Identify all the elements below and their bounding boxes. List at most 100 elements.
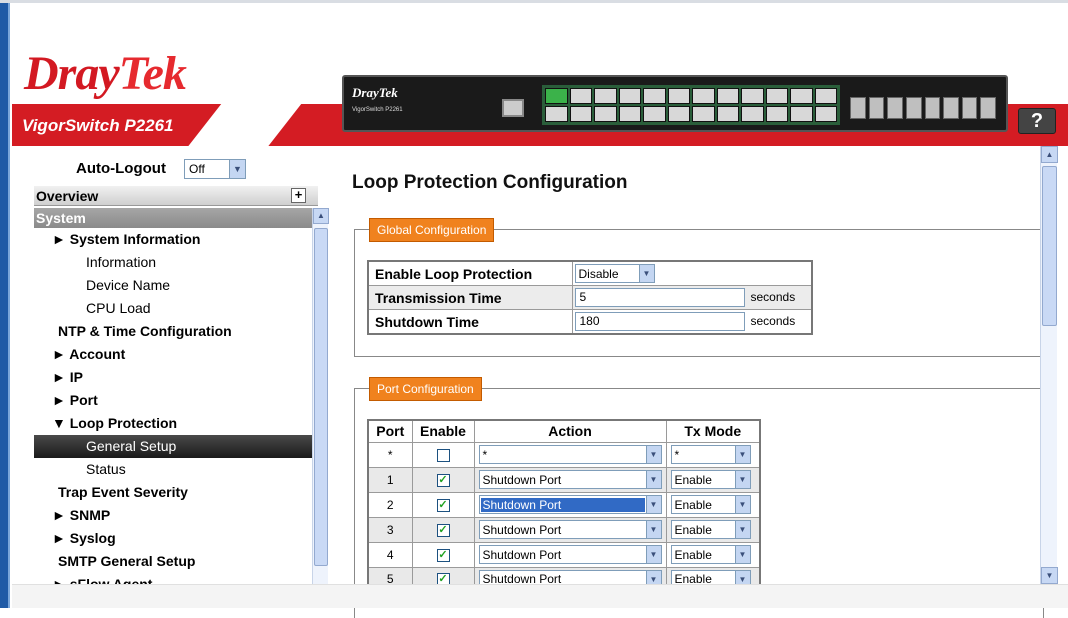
sidebar-scrollbar[interactable]: ▲ ▼ [312,208,329,606]
chevron-down-icon: ▼ [229,160,245,178]
sidebar-item[interactable]: NTP & Time Configuration [34,320,312,343]
action-select[interactable]: Shutdown Port ▼ [478,495,662,514]
transmission-time-input[interactable]: 5 [574,288,745,307]
sidebar-item[interactable]: ▼ Loop Protection [34,412,312,435]
chevron-down-icon: ▼ [734,521,750,538]
sidebar-item[interactable]: Status [34,458,312,481]
window-top-edge [0,0,1068,3]
enable-checkbox[interactable]: ✓ [436,473,450,487]
tx-mode-select[interactable]: Enable ▼ [670,520,751,539]
enable-loop-protection-select[interactable]: Disable ▼ [574,264,655,283]
sfp-ports-icon [850,97,996,119]
logo-tek: Tek [118,47,187,100]
scroll-down-icon[interactable]: ▼ [1041,567,1058,584]
tx-mode-select[interactable]: * ▼ [670,445,751,464]
sidebar-item[interactable]: Information [34,251,312,274]
col-tx-mode: Tx Mode [665,419,761,443]
shutdown-time-unit: seconds [750,314,796,328]
chevron-down-icon: ▼ [645,546,661,563]
tx-mode-select[interactable]: Enable ▼ [670,545,751,564]
sidebar-item[interactable]: ► Port [34,389,312,412]
chevron-down-icon: ▼ [645,496,661,513]
nav-list: ► System Information Information Device Na… [34,228,312,608]
device-sub: VigorSwitch P2261 [352,107,403,113]
device-brand: DrayTek [352,85,398,100]
port-config-table: Port Enable Action Tx Mode * * ▼ * ▼ 1 ✓ Shutdo… [367,419,761,593]
tx-mode-select[interactable]: Enable ▼ [670,495,751,514]
tx-mode-select[interactable]: Enable ▼ [670,470,751,489]
sidebar-scroll-thumb[interactable] [314,228,328,566]
action-select[interactable]: Shutdown Port ▼ [478,545,662,564]
enable-checkbox[interactable] [436,448,450,462]
main-content: Loop Protection Configuration Global Con… [330,146,1068,618]
window-left-border [0,3,10,608]
enable-checkbox[interactable]: ✓ [436,523,450,537]
port-number: 1 [367,466,413,493]
sidebar-item[interactable]: Trap Event Severity [34,481,312,504]
action-select[interactable]: Shutdown Port ▼ [478,520,662,539]
action-select[interactable]: Shutdown Port ▼ [478,470,662,489]
nav-system-label: System [36,210,86,226]
scroll-up-icon[interactable]: ▲ [1041,146,1058,163]
expand-plus-icon[interactable]: + [291,188,306,203]
global-configuration-legend: Global Configuration [369,218,495,242]
action-value: Shutdown Port [482,547,562,562]
sidebar-item[interactable]: Device Name [34,274,312,297]
sidebar-item[interactable]: ► Syslog [34,527,312,550]
logo-dray: Dray [24,47,120,100]
port-number: 3 [367,516,413,543]
chevron-down-icon: ▼ [645,521,661,538]
tx-mode-value: * [674,447,680,462]
model-name: VigorSwitch P2261 [22,116,174,135]
sidebar-item[interactable]: CPU Load [34,297,312,320]
scroll-up-icon[interactable]: ▲ [313,208,329,224]
action-value: * [482,447,488,462]
port-row: * * ▼ * ▼ [367,441,761,468]
transmission-time-label: Transmission Time [367,285,573,310]
tx-mode-value: Enable [674,472,712,487]
port-row: 4 ✓ Shutdown Port ▼ Enable ▼ [367,541,761,568]
draytek-logo: DrayTek [24,46,187,101]
chevron-down-icon: ▼ [734,546,750,563]
port-number: 4 [367,541,413,568]
switch-device-image: DrayTek VigorSwitch P2261 [342,75,1008,132]
action-value: Shutdown Port [482,472,562,487]
help-button[interactable]: ? [1018,108,1056,134]
nav-overview[interactable]: Overview + [34,186,318,206]
nav-system[interactable]: System [34,208,318,228]
port-row: 2 ✓ Shutdown Port ▼ Enable ▼ [367,491,761,518]
action-value: Shutdown Port [482,522,562,537]
chevron-down-icon: ▼ [638,265,654,282]
chevron-down-icon: ▼ [645,446,661,463]
col-port: Port [367,419,413,443]
auto-logout-label: Auto-Logout [76,160,166,177]
tx-mode-value: Enable [674,497,712,512]
shutdown-time-input[interactable]: 180 [574,312,745,331]
sidebar-item[interactable]: General Setup [34,435,312,458]
chevron-down-icon: ▼ [734,496,750,513]
auto-logout-select[interactable]: Off ▼ [184,159,246,179]
main-scrollbar[interactable]: ▲ ▼ [1040,146,1058,584]
global-config-table: Enable Loop Protection Disable ▼ Transmi… [367,260,813,335]
port-row: 3 ✓ Shutdown Port ▼ Enable ▼ [367,516,761,543]
main-scroll-thumb[interactable] [1042,166,1057,326]
col-action: Action [473,419,667,443]
global-configuration-group: Global Configuration Enable Loop Protect… [354,218,1044,357]
ethernet-ports-icon [542,85,840,125]
header: DrayTek VigorSwitch P2261 DrayTek VigorS… [12,4,1068,146]
port-row: 1 ✓ Shutdown Port ▼ Enable ▼ [367,466,761,493]
sidebar-item[interactable]: ► System Information [34,228,312,251]
enable-checkbox[interactable]: ✓ [436,548,450,562]
chevron-down-icon: ▼ [734,471,750,488]
sidebar-item[interactable]: SMTP General Setup [34,550,312,573]
shutdown-time-label: Shutdown Time [367,309,573,335]
enable-checkbox[interactable]: ✓ [436,498,450,512]
sidebar-item[interactable]: ► IP [34,366,312,389]
console-port-icon [502,99,524,117]
port-number: 2 [367,491,413,518]
port-configuration-legend: Port Configuration [369,377,482,401]
sidebar-item[interactable]: ► SNMP [34,504,312,527]
action-select[interactable]: * ▼ [478,445,662,464]
sidebar-item[interactable]: ► Account [34,343,312,366]
status-area [12,584,1068,608]
